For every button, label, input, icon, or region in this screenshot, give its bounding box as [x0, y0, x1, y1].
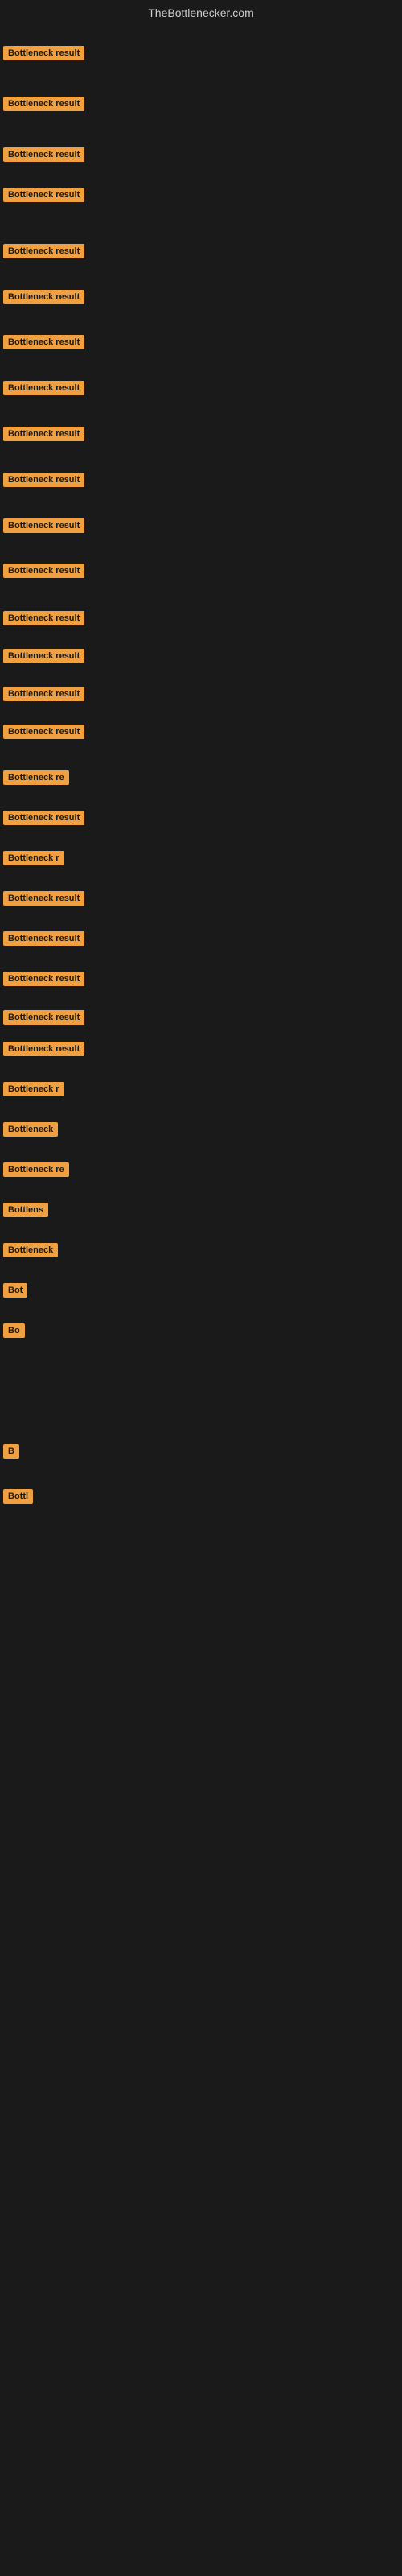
- bottleneck-badge[interactable]: Bottleneck result: [3, 473, 84, 487]
- bottleneck-badge[interactable]: Bot: [3, 1283, 27, 1298]
- bottleneck-badge[interactable]: Bottleneck result: [3, 811, 84, 825]
- bottleneck-badge[interactable]: Bottleneck: [3, 1243, 58, 1257]
- bottleneck-badge[interactable]: Bottleneck result: [3, 147, 84, 162]
- bottleneck-badge[interactable]: Bottleneck result: [3, 1042, 84, 1056]
- bottleneck-badge[interactable]: Bottleneck r: [3, 851, 64, 865]
- bottleneck-badge[interactable]: Bottleneck result: [3, 290, 84, 304]
- bottleneck-badge[interactable]: Bottleneck result: [3, 97, 84, 111]
- bottleneck-row: Bottl: [3, 1489, 33, 1508]
- bottleneck-badge[interactable]: Bottleneck result: [3, 381, 84, 395]
- bottleneck-row: B: [3, 1444, 19, 1463]
- bottleneck-badge[interactable]: Bottleneck result: [3, 649, 84, 663]
- bottleneck-row: Bottleneck re: [3, 1162, 69, 1181]
- bottleneck-row: Bottleneck r: [3, 851, 64, 869]
- bottleneck-row: Bottleneck result: [3, 891, 84, 910]
- bottleneck-badge[interactable]: Bottleneck re: [3, 1162, 69, 1177]
- bottleneck-row: Bottleneck result: [3, 687, 84, 705]
- bottleneck-row: Bottleneck: [3, 1243, 58, 1261]
- bottleneck-row: Bottleneck result: [3, 564, 84, 582]
- page-container: TheBottlenecker.com Bottleneck result Bot…: [0, 0, 402, 2576]
- bottleneck-badge[interactable]: Bottleneck result: [3, 518, 84, 533]
- bottleneck-badge[interactable]: Bottlens: [3, 1203, 48, 1217]
- bottleneck-row: Bottleneck result: [3, 244, 84, 262]
- bottleneck-row: Bottleneck result: [3, 335, 84, 353]
- bottleneck-row: Bottleneck re: [3, 770, 69, 789]
- bottleneck-badge[interactable]: Bottleneck result: [3, 611, 84, 625]
- bottleneck-row: Bottleneck result: [3, 1010, 84, 1029]
- bottleneck-badge[interactable]: Bottleneck result: [3, 46, 84, 60]
- bottleneck-row: Bottleneck result: [3, 290, 84, 308]
- bottleneck-row: Bottleneck result: [3, 931, 84, 950]
- bottleneck-row: Bottleneck result: [3, 46, 84, 64]
- bottleneck-badge[interactable]: Bottleneck result: [3, 687, 84, 701]
- bottleneck-badge[interactable]: Bottleneck result: [3, 427, 84, 441]
- bottleneck-badge[interactable]: Bottleneck: [3, 1122, 58, 1137]
- site-title: TheBottlenecker.com: [0, 0, 402, 26]
- bottleneck-badge[interactable]: Bottl: [3, 1489, 33, 1504]
- bottleneck-badge[interactable]: Bottleneck re: [3, 770, 69, 785]
- bottleneck-badge[interactable]: Bottleneck r: [3, 1082, 64, 1096]
- bottleneck-badge[interactable]: B: [3, 1444, 19, 1459]
- bottleneck-row: Bottleneck result: [3, 649, 84, 667]
- bottleneck-row: Bottleneck result: [3, 1042, 84, 1060]
- bottleneck-badge[interactable]: Bottleneck result: [3, 244, 84, 258]
- bottleneck-row: Bottleneck result: [3, 381, 84, 399]
- bottleneck-row: Bottleneck result: [3, 811, 84, 829]
- bottleneck-badge[interactable]: Bottleneck result: [3, 972, 84, 986]
- bottleneck-row: Bottleneck result: [3, 188, 84, 206]
- bottleneck-row: Bottleneck r: [3, 1082, 64, 1100]
- bottleneck-badge[interactable]: Bottleneck result: [3, 188, 84, 202]
- bottleneck-row: Bottleneck result: [3, 972, 84, 990]
- bottleneck-row: Bot: [3, 1283, 27, 1302]
- bottleneck-badge[interactable]: Bo: [3, 1323, 25, 1338]
- bottleneck-badge[interactable]: Bottleneck result: [3, 931, 84, 946]
- bottleneck-row: Bottlens: [3, 1203, 48, 1221]
- bottleneck-row: Bottleneck result: [3, 427, 84, 445]
- bottleneck-row: Bo: [3, 1323, 25, 1342]
- bottleneck-badge[interactable]: Bottleneck result: [3, 335, 84, 349]
- bottleneck-row: Bottleneck result: [3, 97, 84, 115]
- bottleneck-row: Bottleneck result: [3, 473, 84, 491]
- bottleneck-badge[interactable]: Bottleneck result: [3, 564, 84, 578]
- bottleneck-row: Bottleneck result: [3, 518, 84, 537]
- bottleneck-badge[interactable]: Bottleneck result: [3, 1010, 84, 1025]
- bottleneck-badge[interactable]: Bottleneck result: [3, 724, 84, 739]
- bottleneck-badge[interactable]: Bottleneck result: [3, 891, 84, 906]
- bottleneck-row: Bottleneck result: [3, 724, 84, 743]
- bottleneck-row: Bottleneck result: [3, 147, 84, 166]
- bottleneck-row: Bottleneck result: [3, 611, 84, 630]
- bottleneck-row: Bottleneck: [3, 1122, 58, 1141]
